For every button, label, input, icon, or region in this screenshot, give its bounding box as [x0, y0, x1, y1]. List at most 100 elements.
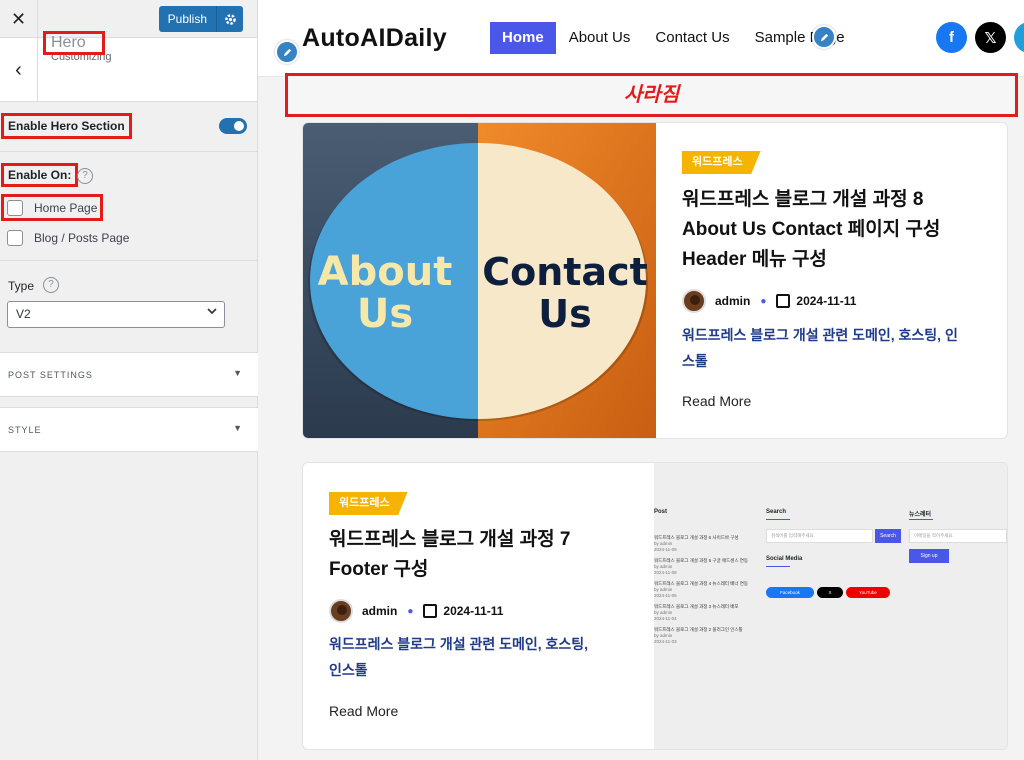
site-header: AutoAIDaily Home About Us Contact Us Sam…	[258, 0, 1024, 77]
post-title-line: Header 메뉴 구성	[682, 249, 827, 270]
thumb-facebook-btn: Facebook	[766, 587, 814, 598]
separator-dot: ●	[760, 295, 767, 307]
section-title: Hero	[43, 31, 105, 55]
customizer-panel: ✕ Publish ‹ Customizing Hero Enable Hero…	[0, 0, 258, 760]
post-title-line: 워드프레스 블로그 개설 과정 8	[682, 189, 924, 210]
thumb-email-input: 이메일을 적어주세요.	[909, 529, 1007, 543]
excerpt-line: 스톨	[682, 353, 708, 369]
post-thumbnail[interactable]: Post 워드프레스 블로그 개설 과정 6 사이드바 구성 by admin 20…	[654, 463, 1007, 749]
post-title[interactable]: 워드프레스 블로그 개설 과정 7 Footer 구성	[329, 525, 570, 585]
calendar-icon	[776, 294, 791, 308]
post-author[interactable]: admin	[362, 604, 397, 618]
avatar	[329, 599, 353, 623]
read-more-link[interactable]: Read More	[682, 393, 751, 409]
post-date: 2024-11-11	[443, 604, 504, 618]
thumb-search-button: Search	[875, 529, 901, 543]
post-excerpt: 워드프레스 블로그 개설 관련 도메인, 호스팅, 인스톨	[329, 631, 588, 683]
thumb-x-btn: X	[817, 587, 843, 598]
thumb-search-input: 검색어를 입력해주세요.	[766, 529, 873, 543]
gear-icon[interactable]	[217, 6, 243, 32]
thumb-social-title: Social Media	[766, 556, 803, 562]
accordion-post-settings[interactable]: POST SETTINGS ▼	[0, 352, 258, 397]
thumb-post-date: 2024-11-04	[654, 616, 677, 621]
checkbox[interactable]	[7, 230, 23, 246]
post-thumbnail[interactable]: About Us Contact Us	[303, 123, 656, 438]
enable-hero-toggle[interactable]	[219, 118, 247, 134]
customizer-topbar: ✕ Publish	[0, 0, 257, 38]
thumb-post-date: 2024-11-03	[654, 639, 677, 644]
close-icon[interactable]: ✕	[0, 0, 38, 38]
back-chevron-icon[interactable]: ‹	[0, 38, 38, 102]
telegram-icon[interactable]	[1014, 22, 1024, 53]
type-select[interactable]: V2	[7, 301, 225, 328]
divider	[0, 151, 258, 152]
separator-dot: ●	[407, 605, 414, 617]
excerpt-line: 워드프레스 블로그 개설 관련 도메인, 호스팅, 인	[682, 327, 958, 343]
thumb-youtube-btn: YouTube	[846, 587, 890, 598]
facebook-icon[interactable]: f	[936, 22, 967, 53]
caret-down-icon: ▼	[233, 423, 242, 433]
help-icon[interactable]: ?	[77, 168, 93, 184]
post-card: About Us Contact Us 워드프레스 워드프레스 블로그 개설 과…	[302, 122, 1008, 439]
type-label: Type	[8, 279, 35, 293]
post-date: 2024-11-11	[796, 294, 857, 308]
checkbox-blog-page[interactable]: Blog / Posts Page	[7, 228, 129, 248]
divider	[0, 260, 258, 261]
thumb-post-date: 2024-11-08	[654, 570, 677, 575]
post-excerpt: 워드프레스 블로그 개설 관련 도메인, 호스팅, 인 스톨	[682, 322, 958, 374]
x-icon[interactable]: 𝕏	[975, 22, 1006, 53]
accordion-label: POST SETTINGS	[8, 370, 93, 380]
chevron-down-icon	[206, 302, 218, 327]
nav-contact-us[interactable]: Contact Us	[655, 22, 729, 54]
thumb-right-text2: Us	[538, 292, 591, 336]
type-select-value: V2	[16, 307, 31, 321]
accordion-style[interactable]: STYLE ▼	[0, 407, 258, 452]
excerpt-line: 인스톨	[329, 662, 368, 678]
enable-hero-label: Enable Hero Section	[1, 113, 132, 139]
post-card: 워드프레스 워드프레스 블로그 개설 과정 7 Footer 구성 admin …	[302, 462, 1008, 750]
thumb-underline	[766, 519, 790, 520]
category-badge[interactable]: 워드프레스	[682, 151, 761, 174]
site-preview: AutoAIDaily Home About Us Contact Us Sam…	[258, 0, 1024, 760]
help-icon[interactable]: ?	[43, 277, 59, 293]
thumb-left-text2: Us	[357, 291, 413, 337]
thumb-underline	[766, 566, 790, 567]
checkbox-label: Blog / Posts Page	[34, 231, 130, 245]
thumb-col-post: Post	[654, 509, 668, 515]
edit-pencil-icon[interactable]	[275, 40, 299, 64]
thumb-post-list: 워드프레스 블로그 개설 과정 6 사이드바 구성 by admin 2024-11…	[654, 535, 764, 645]
thumb-underline	[909, 519, 933, 520]
post-author[interactable]: admin	[715, 294, 750, 308]
read-more-link[interactable]: Read More	[329, 703, 398, 719]
nav-about-us[interactable]: About Us	[569, 22, 631, 54]
excerpt-line: 워드프레스 블로그 개설 관련 도메인, 호스팅,	[329, 636, 589, 652]
post-meta: admin ● 2024-11-11	[329, 599, 503, 623]
checkbox-home-page[interactable]: Home Page	[7, 198, 97, 218]
category-badge[interactable]: 워드프레스	[329, 492, 408, 515]
thumb-post-date: 2024-11-06	[654, 593, 677, 598]
thumb-signup-button: Sign up	[909, 549, 949, 563]
calendar-icon	[423, 604, 438, 618]
publish-group: Publish	[158, 6, 243, 32]
caret-down-icon: ▼	[233, 368, 242, 378]
publish-button[interactable]: Publish	[158, 6, 217, 32]
avatar	[682, 289, 706, 313]
post-title-line: Footer 구성	[329, 559, 429, 580]
edit-pencil-icon[interactable]	[812, 25, 836, 49]
thumb-left-text: About	[318, 249, 453, 295]
hero-placeholder-banner: 사라짐	[285, 73, 1018, 117]
thumb-post-date: 2024-11-09	[654, 547, 677, 552]
site-logo[interactable]: AutoAIDaily	[302, 24, 447, 53]
thumb-col-news: 뉴스레터	[909, 512, 932, 518]
post-title-line: About Us Contact 페이지 구성	[682, 219, 941, 240]
post-title[interactable]: 워드프레스 블로그 개설 과정 8 About Us Contact 페이지 구…	[682, 185, 940, 275]
thumb-right-text: Contact	[482, 250, 648, 294]
checkbox[interactable]	[7, 200, 23, 216]
nav-home[interactable]: Home	[490, 22, 556, 54]
section-header: ‹ Customizing	[0, 38, 257, 102]
accordion-label: STYLE	[8, 425, 42, 435]
checkbox-label: Home Page	[34, 201, 98, 215]
enable-on-label: Enable On:	[1, 163, 79, 187]
thumb-col-search: Search	[766, 509, 787, 515]
post-title-line: 워드프레스 블로그 개설 과정 7	[329, 529, 571, 550]
